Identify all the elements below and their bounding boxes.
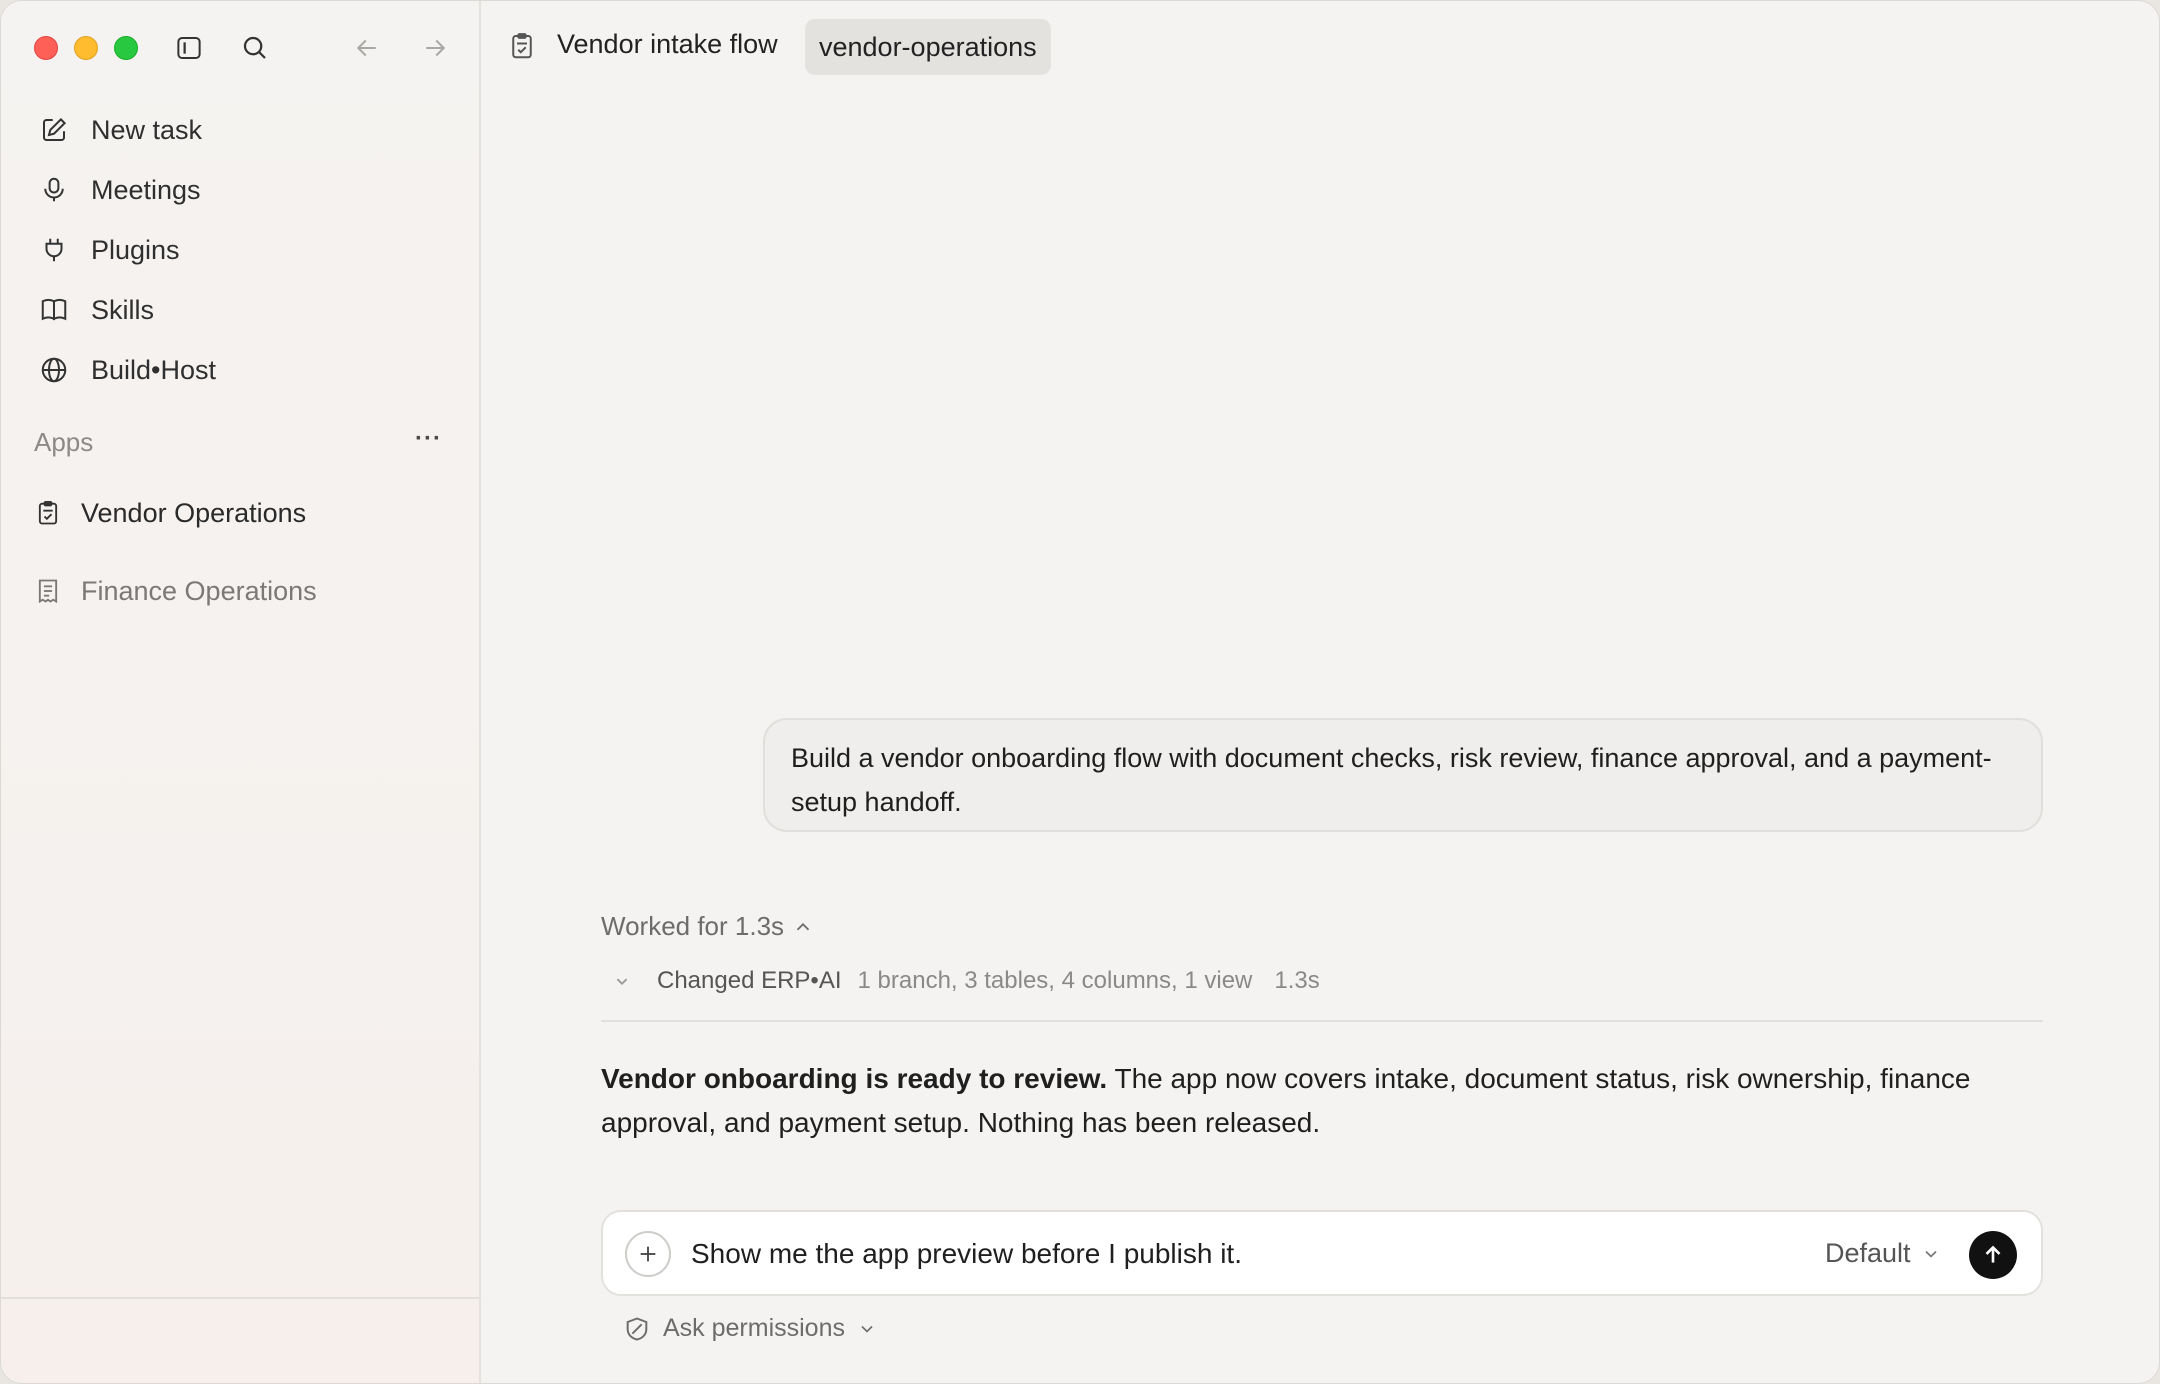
nav-plugins[interactable]: Plugins bbox=[37, 228, 180, 272]
zoom-window-button[interactable] bbox=[114, 36, 138, 60]
clipboard-check-icon bbox=[33, 498, 63, 528]
message-input[interactable] bbox=[691, 1230, 1691, 1278]
back-arrow-icon[interactable] bbox=[350, 31, 384, 65]
app-label: Vendor Operations bbox=[81, 497, 307, 528]
plus-icon bbox=[640, 1246, 656, 1262]
receipt-icon bbox=[33, 576, 63, 606]
app-finance-operations[interactable]: Finance Operations bbox=[33, 569, 317, 613]
shield-icon bbox=[626, 1316, 648, 1341]
nav-build-host[interactable]: Build•Host bbox=[37, 348, 216, 392]
changes-detail: 1 branch, 3 tables, 4 columns, 1 view bbox=[857, 967, 1253, 994]
task-title: Vendor intake flow bbox=[557, 29, 778, 59]
book-icon bbox=[37, 293, 71, 327]
clipboard-check-icon bbox=[507, 31, 537, 61]
nav-label: Meetings bbox=[91, 174, 201, 205]
arrow-up-icon bbox=[1985, 1245, 2001, 1263]
chevron-down-icon bbox=[861, 1325, 873, 1333]
nav-label: New task bbox=[91, 114, 203, 145]
chevron-up-icon bbox=[796, 922, 810, 930]
nav-label: Skills bbox=[91, 294, 155, 325]
plug-icon bbox=[37, 233, 71, 267]
attach-button[interactable] bbox=[625, 1231, 671, 1277]
assistant-summary: Vendor onboarding is ready to review. Th… bbox=[601, 1057, 2051, 1145]
app-window: New task Meetings Plugins Skills Build•H… bbox=[0, 0, 2160, 1384]
changes-row[interactable]: Changed ERP•AI 1 branch, 3 tables, 4 col… bbox=[611, 967, 1320, 995]
changes-divider bbox=[601, 1020, 2043, 1022]
minimize-window-button[interactable] bbox=[74, 36, 98, 60]
composer: Default bbox=[601, 1210, 2043, 1296]
nav-new-task[interactable]: New task bbox=[37, 108, 202, 152]
apps-section-header: Apps bbox=[34, 427, 94, 457]
summary-headline: Vendor onboarding is ready to review. bbox=[601, 1063, 1108, 1094]
close-window-button[interactable] bbox=[34, 36, 58, 60]
nav-skills[interactable]: Skills bbox=[37, 288, 154, 332]
worked-toggle[interactable]: Worked for 1.3s bbox=[601, 911, 814, 942]
changes-time: 1.3s bbox=[1274, 967, 1320, 994]
microphone-icon bbox=[37, 173, 71, 207]
chevron-down-icon bbox=[616, 978, 628, 986]
main-panel: Vendor intake flow vendor-operations Bui… bbox=[483, 1, 2159, 1383]
changes-label: Changed ERP•AI bbox=[657, 967, 842, 994]
app-label: Finance Operations bbox=[81, 575, 317, 606]
nav-label: Build•Host bbox=[91, 354, 217, 385]
app-vendor-operations[interactable]: Vendor Operations bbox=[33, 491, 306, 535]
forward-arrow-icon[interactable] bbox=[418, 31, 452, 65]
search-icon[interactable] bbox=[238, 31, 272, 65]
apps-more-button[interactable]: ··· bbox=[415, 425, 442, 453]
permissions-label: Ask permissions bbox=[663, 1314, 845, 1342]
model-label: Default bbox=[1825, 1238, 1911, 1268]
permissions-selector[interactable]: Ask permissions bbox=[623, 1314, 877, 1343]
sidebar: New task Meetings Plugins Skills Build•H… bbox=[1, 1, 481, 1383]
user-message: Build a vendor onboarding flow with docu… bbox=[763, 718, 2043, 832]
nav-label: Plugins bbox=[91, 234, 180, 265]
model-selector[interactable]: Default bbox=[1825, 1238, 1941, 1269]
worked-label: Worked for 1.3s bbox=[601, 911, 785, 941]
sidebar-footer-divider bbox=[1, 1297, 481, 1299]
chevron-down-icon bbox=[1924, 1250, 1937, 1258]
globe-icon bbox=[37, 353, 71, 387]
edit-icon bbox=[37, 113, 71, 147]
send-button[interactable] bbox=[1969, 1231, 2017, 1279]
sidebar-toggle-icon[interactable] bbox=[172, 31, 206, 65]
project-pill[interactable]: vendor-operations bbox=[805, 19, 1051, 75]
nav-meetings[interactable]: Meetings bbox=[37, 168, 201, 212]
